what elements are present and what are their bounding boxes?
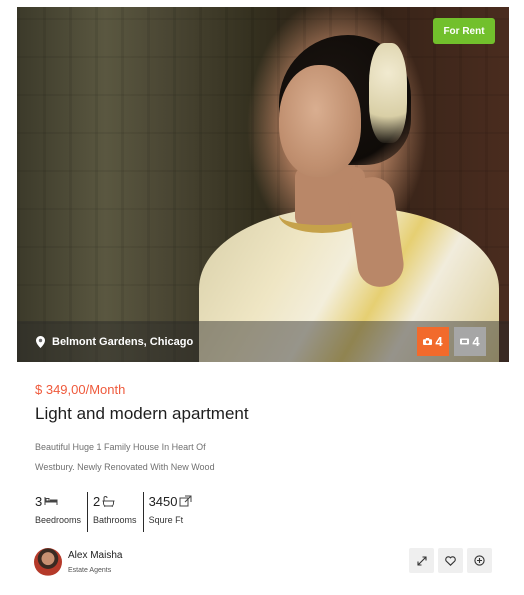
- description-line: Beautiful Huge 1 Family House In Heart O…: [35, 442, 206, 452]
- favorite-button[interactable]: [438, 548, 463, 573]
- photo-count-button[interactable]: 4: [417, 327, 449, 356]
- camera-icon: [423, 338, 433, 345]
- photo-face: [279, 65, 361, 177]
- video-icon: [460, 338, 470, 345]
- feature-list: 3 Beedrooms 2 Bathrooms 3450 Squre Ft: [33, 492, 198, 532]
- feature-bedrooms: 3 Beedrooms: [33, 492, 87, 532]
- photo-flowers: [369, 43, 407, 143]
- expand-button[interactable]: [409, 548, 434, 573]
- agent-role: Estate Agents: [68, 567, 112, 574]
- location-text: Belmont Gardens, Chicago: [52, 336, 194, 348]
- bedrooms-label: Beedrooms: [35, 515, 82, 525]
- agent-name[interactable]: Alex Maisha: [68, 550, 122, 561]
- feature-area: 3450 Squre Ft: [142, 492, 199, 532]
- map-pin-icon: [36, 336, 45, 348]
- avatar[interactable]: [34, 548, 62, 576]
- bath-icon: [102, 495, 115, 507]
- expand-icon: [416, 555, 427, 566]
- bed-icon: [44, 497, 58, 505]
- agent-info[interactable]: Alex Maisha Estate Agents: [34, 548, 122, 576]
- feature-bathrooms: 2 Bathrooms: [87, 492, 143, 532]
- area-label: Squre Ft: [148, 515, 184, 525]
- listing-description: Beautiful Huge 1 Family House In Heart O…: [35, 437, 275, 477]
- bathrooms-label: Bathrooms: [93, 515, 137, 525]
- listing-price: $ 349,00/Month: [35, 382, 126, 397]
- area-icon: [179, 495, 192, 507]
- photo-count: 4: [435, 334, 443, 349]
- for-rent-badge[interactable]: For Rent: [433, 18, 495, 44]
- property-photo[interactable]: [17, 7, 509, 362]
- heart-icon: [445, 555, 456, 566]
- video-count: 4: [472, 334, 480, 349]
- description-line: Westbury. Newly Renovated With New Wood: [35, 462, 215, 472]
- video-count-button[interactable]: 4: [454, 327, 486, 356]
- location: Belmont Gardens, Chicago: [36, 333, 193, 351]
- area-value: 3450: [148, 493, 178, 509]
- property-card: For Rent Belmont Gardens, Chicago 4 4 $ …: [0, 0, 524, 595]
- add-button[interactable]: [467, 548, 492, 573]
- bathrooms-value: 2: [93, 493, 101, 509]
- listing-title[interactable]: Light and modern apartment: [35, 404, 249, 424]
- plus-circle-icon: [474, 555, 485, 566]
- bedrooms-value: 3: [35, 493, 43, 509]
